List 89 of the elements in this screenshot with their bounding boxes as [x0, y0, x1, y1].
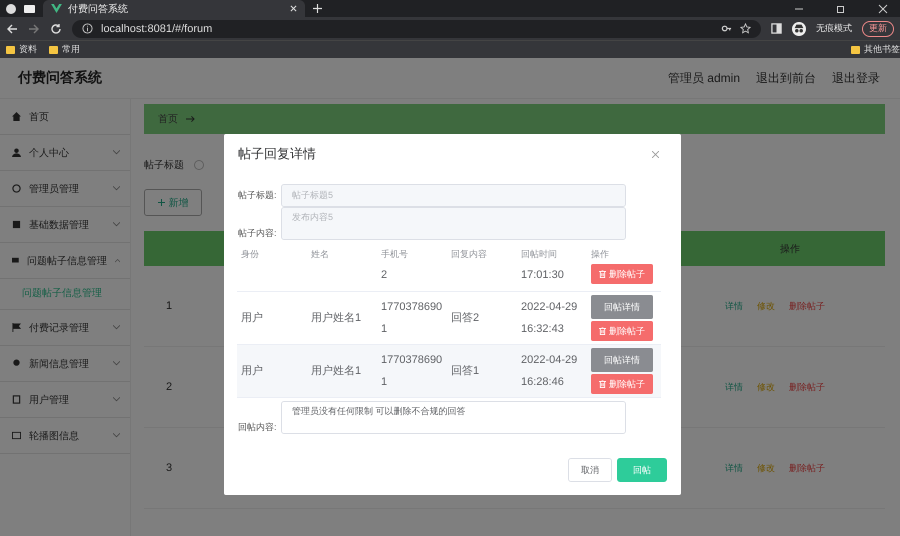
column-header: 回帖时间 [521, 248, 558, 260]
reload-icon[interactable] [50, 22, 62, 34]
search-field[interactable] [194, 160, 204, 170]
sidebar-item[interactable]: 首页 [0, 99, 130, 135]
table-cell-text: 17:01:30 [521, 268, 565, 283]
action-link[interactable]: 详情 [725, 462, 743, 474]
menu-icon [12, 112, 21, 121]
menu-icon [12, 359, 21, 368]
table-cell: 用户 [241, 365, 263, 377]
bookmark[interactable]: 常用 [49, 43, 80, 56]
action-link[interactable]: 删除帖子 [789, 300, 825, 312]
globe-icon[interactable] [6, 4, 16, 14]
header-link[interactable]: 退出到前台 [756, 70, 816, 86]
new-tab-icon[interactable] [313, 4, 322, 13]
action-link[interactable]: 删除帖子 [789, 462, 825, 474]
delete-button[interactable]: 删除帖子 [591, 374, 653, 394]
delete-button[interactable]: 删除帖子 [591, 264, 653, 284]
sidebar-item[interactable]: 轮播图信息 [0, 418, 130, 454]
menu-icon [12, 220, 21, 229]
text-area[interactable]: 管理员没有任何限制 可以删除不合规的回答 [281, 401, 626, 434]
v-logo-icon [51, 4, 62, 13]
back-icon[interactable] [6, 22, 18, 34]
table-cell: 3 [166, 462, 172, 474]
profile-label: 无痕模式 [816, 22, 852, 35]
column-header: 手机号 [381, 248, 409, 260]
tab-icon[interactable] [24, 4, 35, 12]
sidebar-item[interactable]: 付费记录管理 [0, 310, 130, 346]
column-header: 操作 [591, 248, 610, 260]
table-cell: 回答2 [451, 312, 480, 324]
detail-button[interactable]: 回帖详情 [591, 348, 653, 372]
menu-icon [12, 256, 19, 265]
browser-tab[interactable]: 付费问答系统 [43, 0, 305, 17]
table-cell: 用户 [241, 312, 263, 324]
app-title: 付费问答系统 [18, 69, 102, 87]
action-link[interactable]: 详情 [725, 300, 743, 312]
bookmark[interactable]: 其他书签 [851, 43, 900, 56]
delete-button[interactable]: 删除帖子 [591, 321, 653, 341]
table-cell-text: 17703786901 [381, 353, 444, 390]
action-link[interactable]: 详情 [725, 380, 743, 394]
bookmark[interactable]: 资料 [6, 43, 37, 56]
info-icon [82, 23, 93, 34]
detail-button[interactable]: 回帖详情 [591, 295, 653, 319]
key-icon[interactable] [721, 23, 732, 34]
table-cell: 1 [166, 300, 172, 312]
plus-icon [158, 199, 164, 206]
table-cell-text: 2022-04-29 16:32:43 [521, 300, 578, 337]
incognito-icon[interactable] [792, 22, 806, 36]
trash-icon [599, 327, 606, 335]
table-cell-text: 2 [381, 268, 388, 283]
star-icon[interactable] [740, 23, 751, 34]
column-header: 回复内容 [451, 248, 488, 260]
close-icon[interactable] [878, 4, 888, 14]
menu-icon [12, 395, 21, 404]
table-cell-text: 2022-04-29 16:28:46 [521, 353, 578, 390]
menu-icon [12, 148, 21, 157]
field-label: 回帖内容: [238, 421, 278, 434]
menu-icon [12, 431, 21, 440]
sidebar-item[interactable]: 新闻信息管理 [0, 346, 130, 382]
sidebar-item[interactable]: 个人中心 [0, 135, 130, 171]
table-cell: 2 [166, 381, 172, 393]
forward-icon[interactable] [28, 22, 40, 34]
action-link[interactable]: 删除帖子 [789, 380, 825, 394]
restore-icon[interactable] [836, 4, 846, 14]
column-header: 姓名 [311, 248, 330, 260]
dialog-title: 帖子回复详情 [238, 145, 316, 163]
menu-icon [12, 323, 21, 332]
menu-icon [12, 184, 21, 193]
sidebar-item[interactable]: 基础数据管理 [0, 207, 130, 243]
header-link[interactable]: 退出登录 [832, 70, 880, 86]
table-cell-text: 17703786901 [381, 300, 444, 337]
field-label: 帖子标题: [238, 189, 278, 202]
table-cell: 回答1 [451, 365, 480, 377]
update-button[interactable]: 更新 [862, 20, 894, 36]
sidebar-item[interactable]: 管理员管理 [0, 171, 130, 207]
address-bar[interactable]: localhost:8081/#/forum [72, 20, 761, 38]
sidebar-icon[interactable] [771, 23, 782, 34]
trash-icon [599, 380, 606, 388]
add-button[interactable]: 新增 [144, 189, 202, 216]
sidebar-item[interactable]: 用户管理 [0, 382, 130, 418]
header-link[interactable]: 管理员 admin [668, 70, 740, 86]
cancel-button[interactable]: 取消 [568, 458, 612, 482]
arrow-icon [186, 116, 195, 122]
column-header: 身份 [241, 248, 260, 260]
sidebar-item[interactable]: 问题帖子信息管理 [0, 243, 130, 279]
search-label: 帖子标题 [144, 158, 184, 172]
breadcrumb-link[interactable]: 首页 [158, 112, 178, 126]
trash-icon [599, 270, 606, 278]
table-cell: 用户姓名1 [311, 312, 362, 324]
table-cell: 用户姓名1 [311, 365, 362, 377]
